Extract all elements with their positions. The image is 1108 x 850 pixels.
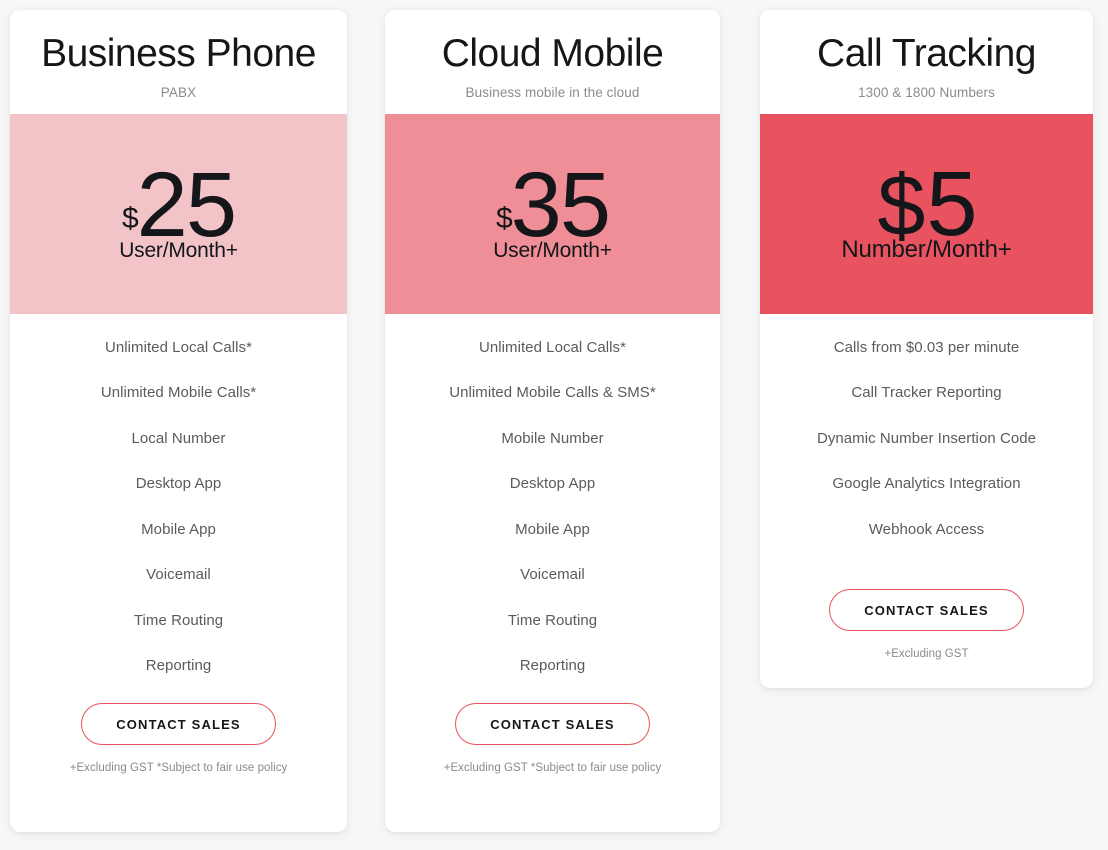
feature-item: Mobile App [515,520,590,538]
pricing-card-cloud-mobile: Cloud Mobile Business mobile in the clou… [385,10,720,832]
plan-subtitle: PABX [160,84,197,100]
plan-title: Business Phone [41,32,316,75]
feature-item: Webhook Access [868,520,985,538]
feature-item: Dynamic Number Insertion Code [816,429,1037,447]
price-stack: $ 35 User/Month+ [493,153,612,263]
currency-symbol: $ [121,201,139,235]
card-body: Unlimited Local Calls* Unlimited Mobile … [385,314,720,832]
price-amount: 35 [510,153,611,256]
contact-sales-button[interactable]: CONTACT SALES [829,589,1024,632]
price-period: User/Month+ [119,238,238,262]
card-header: Cloud Mobile Business mobile in the clou… [385,10,720,114]
card-footnote: +Excluding GST *Subject to fair use poli… [69,762,288,775]
feature-item: Voicemail [520,566,585,584]
price-row: $ 5 [841,152,1011,255]
price-amount: 5 [926,152,977,255]
price-amount: 25 [136,153,237,256]
feature-item: Voicemail [146,566,211,584]
feature-item: Unlimited Mobile Calls* [100,384,257,402]
feature-item: Call Tracker Reporting [851,384,1002,402]
price-band: $ 35 User/Month+ [385,113,720,314]
card-body: Unlimited Local Calls* Unlimited Mobile … [10,314,347,832]
plan-title: Call Tracking [817,32,1036,75]
feature-item: Time Routing [133,611,224,629]
feature-item: Desktop App [135,475,222,493]
feature-item: Reporting [145,657,212,675]
feature-item: Mobile App [141,520,216,538]
feature-item: Local Number [131,429,226,447]
feature-item: Mobile Number [501,429,604,447]
feature-item: Unlimited Local Calls* [105,338,252,356]
feature-item: Unlimited Mobile Calls & SMS* [449,384,656,402]
price-band: $ 5 Number/Month+ [760,113,1093,314]
price-period: Number/Month+ [841,235,1012,263]
pricing-board: Business Phone PABX $ 25 User/Month+ Unl… [0,0,1108,850]
contact-sales-button[interactable]: CONTACT SALES [455,703,650,746]
price-stack: $ 5 Number/Month+ [841,152,1012,264]
currency-symbol: $ [877,157,926,254]
card-footnote: +Excluding GST *Subject to fair use poli… [443,762,662,775]
pricing-card-call-tracking: Call Tracking 1300 & 1800 Numbers $ 5 Nu… [760,10,1093,688]
price-band: $ 25 User/Month+ [10,113,347,314]
feature-list: Calls from $0.03 per minute Call Tracker… [778,340,1075,568]
price-stack: $ 25 User/Month+ [119,153,238,263]
price-row: $ 25 [119,153,238,256]
feature-list: Unlimited Local Calls* Unlimited Mobile … [28,338,329,675]
card-body: Calls from $0.03 per minute Call Tracker… [760,314,1093,688]
price-row: $ 35 [493,153,612,256]
plan-subtitle: 1300 & 1800 Numbers [858,84,995,100]
feature-item: Calls from $0.03 per minute [833,338,1020,356]
feature-list: Unlimited Local Calls* Unlimited Mobile … [403,338,702,675]
feature-item: Desktop App [509,475,596,493]
plan-subtitle: Business mobile in the cloud [465,84,640,100]
currency-symbol: $ [495,201,513,235]
pricing-card-business-phone: Business Phone PABX $ 25 User/Month+ Unl… [10,10,347,832]
price-period: User/Month+ [493,238,612,262]
card-header: Call Tracking 1300 & 1800 Numbers [760,10,1093,114]
feature-item: Reporting [519,657,586,675]
feature-item: Unlimited Local Calls* [479,338,626,356]
feature-item: Google Analytics Integration [832,475,1021,493]
card-footnote: +Excluding GST [884,648,969,661]
feature-item: Time Routing [507,611,598,629]
contact-sales-button[interactable]: CONTACT SALES [81,703,276,746]
card-header: Business Phone PABX [10,10,347,114]
plan-title: Cloud Mobile [441,32,664,75]
